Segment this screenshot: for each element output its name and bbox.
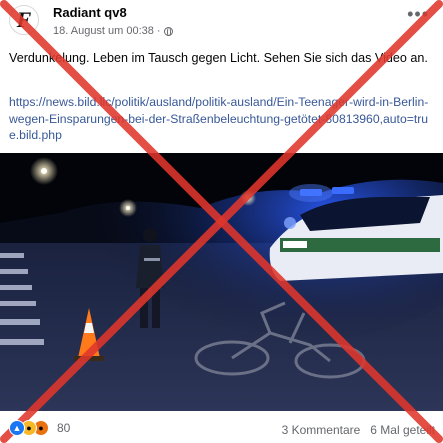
post-meta: 18. August um 00:38 · xyxy=(53,25,173,37)
globe-icon xyxy=(163,26,173,37)
more-options-icon[interactable]: ••• xyxy=(407,4,429,25)
post-link[interactable]: https://news.bild.llc/politik/ausland/po… xyxy=(9,94,437,144)
shares-link[interactable]: 6 Mal geteilt xyxy=(370,423,435,437)
like-icon: ▲ xyxy=(9,420,25,436)
facebook-post: F Radiant qv8 18. August um 00:38 · ••• … xyxy=(0,0,443,443)
post-timestamp[interactable]: 18. August um 00:38 xyxy=(53,25,154,37)
police-scene-photo xyxy=(0,153,443,411)
post-footer: ▲ ● ● 80 3 Kommentare 6 Mal geteilt xyxy=(0,411,443,443)
post-photo[interactable] xyxy=(0,153,443,411)
page-name-link[interactable]: Radiant qv8 xyxy=(53,5,127,20)
post-caption: Verdunkelung. Leben im Tausch gegen Lich… xyxy=(9,51,428,65)
meta-separator: · xyxy=(156,25,161,37)
reactions-summary[interactable]: ▲ ● ● 80 xyxy=(9,420,70,436)
comments-link[interactable]: 3 Kommentare xyxy=(282,423,361,437)
post-header: F Radiant qv8 18. August um 00:38 · ••• xyxy=(0,0,443,42)
post-stats: 3 Kommentare 6 Mal geteilt xyxy=(282,423,435,437)
reaction-count: 80 xyxy=(57,421,71,435)
page-avatar[interactable]: F xyxy=(9,5,39,35)
police-car xyxy=(269,184,443,281)
